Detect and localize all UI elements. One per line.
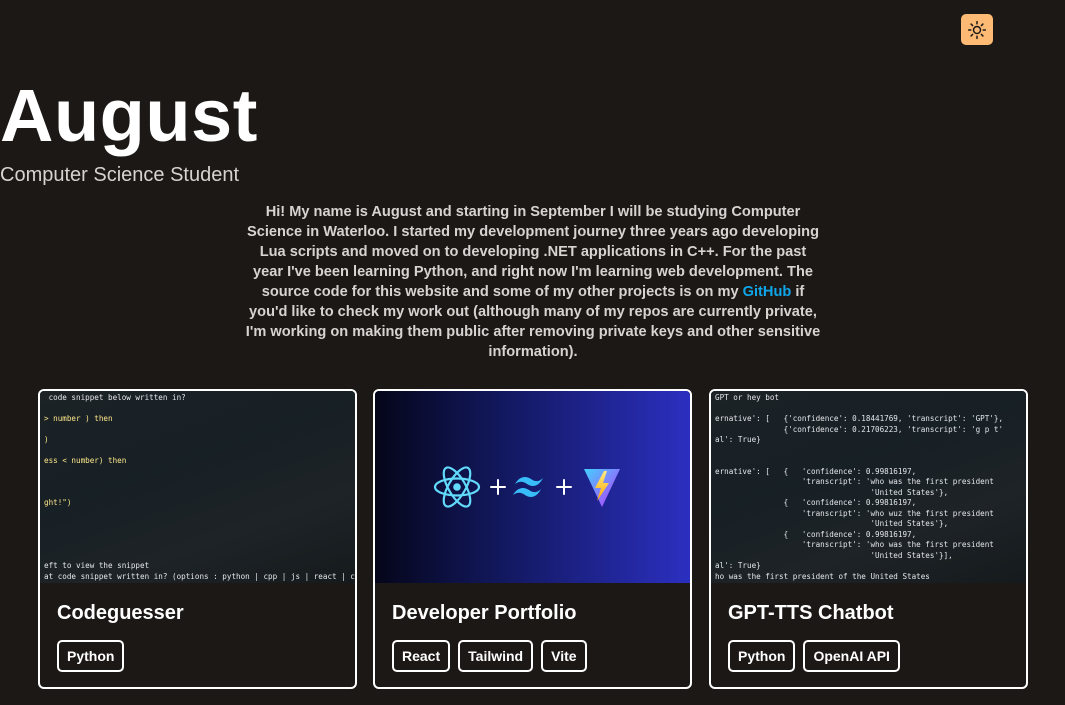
terminal-line: ) [44, 435, 49, 444]
terminal-line: 'transcript': 'who wuz the first preside… [715, 508, 994, 518]
project-title: Developer Portfolio [392, 602, 577, 624]
tag-openai-api: OpenAI API [803, 640, 900, 672]
terminal-line: at code snippet written in? (options : p… [44, 571, 355, 581]
tag-tailwind: Tailwind [458, 640, 534, 672]
terminal-line: GPT or hey bot [715, 393, 780, 402]
terminal-line: { 'confidence': 0.99816197, [715, 498, 917, 507]
terminal-line: ess < number) then [44, 456, 127, 465]
terminal-line: > number ) then [44, 414, 113, 423]
terminal-line: ernative': [ {'confidence': 0.18441769, … [715, 414, 1004, 423]
sun-icon [967, 20, 987, 39]
project-card-developer-portfolio[interactable]: Developer Portfolio React Tailwind Vite [373, 389, 692, 689]
project-card-gpt-tts-chatbot[interactable]: GPT or hey bot ernative': [ {'confidence… [709, 389, 1028, 689]
tag-react: React [392, 640, 451, 672]
project-title: GPT-TTS Chatbot [728, 602, 894, 624]
codeguesser-screenshot: code snippet below written in? > number … [40, 391, 355, 583]
project-tags: Python [57, 640, 125, 672]
terminal-line: al': True} [715, 435, 761, 444]
project-card-codeguesser[interactable]: code snippet below written in? > number … [38, 389, 357, 689]
bio-text-start: Hi! My name is August and starting in Se… [246, 204, 820, 300]
vite-icon [583, 469, 620, 507]
terminal-line: ght!") [44, 498, 72, 507]
terminal-line: ernative': [ { 'confidence': 0.99816197, [715, 466, 917, 476]
react-icon [433, 466, 480, 508]
bio-paragraph: Hi! My name is August and starting in Se… [244, 202, 822, 362]
page-subtitle: Computer Science Student [0, 164, 240, 186]
terminal-line: 'transcript': 'who was the first preside… [715, 477, 994, 486]
terminal-line: { 'confidence': 0.99816197, [715, 529, 917, 539]
tech-logos [433, 466, 620, 508]
terminal-line: code snippet below written in? [44, 393, 186, 402]
page-title: August [0, 74, 258, 157]
portfolio-banner [375, 391, 690, 583]
plus-icon [489, 479, 506, 495]
terminal-line: 'United States'}], [715, 550, 953, 560]
terminal-line: 'United States'}, [715, 519, 949, 528]
project-title: Codeguesser [57, 602, 184, 624]
tag-vite: Vite [541, 640, 587, 672]
chatbot-screenshot: GPT or hey bot ernative': [ {'confidence… [711, 391, 1026, 583]
terminal-line: eft to view the snippet [44, 561, 150, 570]
plus-icon [555, 479, 572, 495]
github-link[interactable]: GitHub [743, 284, 792, 300]
project-tags: Python OpenAI API [728, 640, 900, 672]
terminal-line: al': True} [715, 561, 761, 570]
theme-toggle-button[interactable] [961, 14, 993, 45]
terminal-line: ho was the first president of the United… [715, 571, 930, 581]
tailwind-icon [512, 476, 543, 497]
terminal-line: {'confidence': 0.21706223, 'transcript':… [715, 424, 1004, 434]
tag-python: Python [728, 640, 796, 672]
terminal-line: 'transcript': 'who was the first preside… [715, 540, 994, 549]
project-tags: React Tailwind Vite [392, 640, 587, 672]
terminal-line: 'United States'}, [715, 487, 949, 497]
tag-python: Python [57, 640, 125, 672]
